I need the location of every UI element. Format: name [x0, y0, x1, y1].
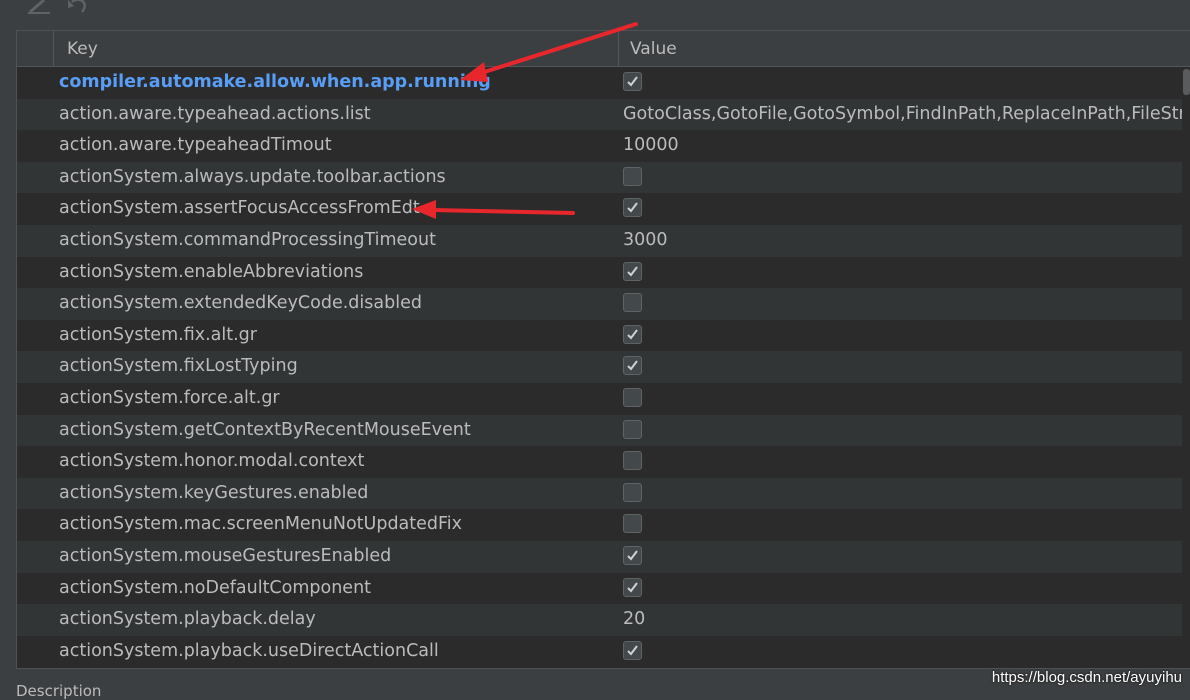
table-row[interactable]: actionSystem.honor.modal.context — [17, 446, 1190, 478]
registry-key: action.aware.typeahead.actions.list — [59, 103, 371, 124]
registry-value[interactable]: 20 — [623, 604, 645, 636]
checkbox-unchecked[interactable] — [623, 293, 642, 313]
registry-key: actionSystem.commandProcessingTimeout — [59, 229, 436, 250]
registry-value[interactable]: GotoClass,GotoFile,GotoSymbol,FindInPath… — [623, 99, 1190, 131]
registry-key: actionSystem.enableAbbreviations — [59, 261, 364, 282]
registry-key: actionSystem.always.update.toolbar.actio… — [59, 166, 446, 187]
checkbox-checked[interactable] — [623, 72, 642, 91]
registry-key: actionSystem.force.alt.gr — [59, 387, 280, 408]
registry-key: actionSystem.mouseGesturesEnabled — [59, 545, 392, 566]
registry-key: actionSystem.playback.delay — [59, 609, 316, 630]
check-icon — [627, 329, 638, 340]
table-row[interactable]: actionSystem.assertFocusAccessFromEdt — [17, 193, 1190, 225]
checkbox-checked[interactable] — [623, 545, 642, 565]
scrollbar-thumb[interactable] — [1183, 69, 1190, 95]
watermark: https://blog.csdn.net/ayuyihu — [991, 669, 1182, 686]
column-header-value[interactable]: Value — [630, 31, 677, 66]
table-header: Key Value — [17, 31, 1190, 67]
table-row[interactable]: actionSystem.mouseGesturesEnabled — [17, 540, 1190, 573]
checkbox-checked[interactable] — [623, 198, 642, 218]
description-label: Description — [16, 682, 102, 700]
registry-key: actionSystem.extendedKeyCode.disabled — [59, 293, 422, 314]
table-row[interactable]: actionSystem.enableAbbreviations — [17, 256, 1190, 289]
checkbox-unchecked[interactable] — [623, 514, 642, 534]
checkbox-unchecked[interactable] — [623, 387, 642, 407]
table-row[interactable]: actionSystem.playback.useDirectActionCal… — [17, 635, 1190, 668]
table-row[interactable]: actionSystem.playback.delay 20 — [17, 604, 1190, 636]
registry-table: Key Value compiler.automake.allow.when.a… — [16, 30, 1190, 669]
table-row[interactable]: actionSystem.force.alt.gr — [17, 382, 1190, 415]
table-row[interactable]: actionSystem.fixLostTyping — [17, 351, 1190, 383]
check-icon — [627, 581, 638, 593]
registry-key: actionSystem.fixLostTyping — [59, 356, 298, 377]
table-row[interactable]: actionSystem.noDefaultComponent — [17, 572, 1190, 605]
check-icon — [627, 265, 638, 277]
table-row[interactable]: actionSystem.mac.screenMenuNotUpdatedFix — [17, 509, 1190, 541]
registry-key: action.aware.typeaheadTimout — [59, 135, 332, 156]
registry-key: actionSystem.honor.modal.context — [59, 451, 365, 472]
revert-icon[interactable] — [66, 0, 92, 14]
table-row[interactable]: action.aware.typeahead.actions.list GotoC… — [17, 98, 1190, 131]
table-row[interactable]: actionSystem.always.update.toolbar.actio… — [17, 161, 1190, 194]
table-row[interactable]: action.aware.typeaheadTimout 10000 — [17, 130, 1190, 162]
registry-key: actionSystem.keyGestures.enabled — [59, 482, 369, 503]
check-icon — [627, 645, 638, 656]
table-row[interactable]: compiler.automake.allow.when.app.running — [17, 67, 1190, 99]
registry-value[interactable]: 3000 — [623, 225, 668, 257]
registry-key: actionSystem.mac.screenMenuNotUpdatedFix — [59, 514, 463, 535]
check-icon — [627, 550, 638, 561]
table-body: compiler.automake.allow.when.app.running… — [17, 67, 1190, 668]
column-header-key[interactable]: Key — [67, 31, 98, 66]
registry-key: actionSystem.playback.useDirectActionCal… — [59, 640, 439, 661]
registry-key: actionSystem.fix.alt.gr — [59, 324, 257, 345]
toolbar — [0, 0, 1190, 28]
checkbox-checked[interactable] — [623, 324, 642, 344]
table-row[interactable]: actionSystem.keyGestures.enabled — [17, 477, 1190, 510]
registry-key: compiler.automake.allow.when.app.running — [59, 72, 491, 92]
table-row[interactable]: actionSystem.extendedKeyCode.disabled — [17, 288, 1190, 320]
checkbox-checked[interactable] — [623, 356, 642, 376]
check-icon — [627, 76, 638, 87]
registry-value[interactable]: 10000 — [623, 130, 679, 162]
edit-icon[interactable] — [28, 0, 54, 14]
checkbox-unchecked[interactable] — [623, 166, 642, 186]
checkbox-unchecked[interactable] — [623, 482, 642, 502]
check-icon — [627, 202, 638, 213]
header-separator — [618, 31, 619, 66]
checkbox-unchecked[interactable] — [623, 419, 642, 439]
checkbox-checked[interactable] — [623, 640, 642, 660]
checkbox-checked[interactable] — [623, 577, 642, 597]
checkbox-checked[interactable] — [623, 261, 642, 281]
check-icon — [627, 360, 638, 371]
table-row[interactable]: actionSystem.fix.alt.gr — [17, 319, 1190, 352]
registry-key: actionSystem.assertFocusAccessFromEdt — [59, 198, 420, 219]
header-separator — [53, 31, 54, 66]
registry-key: actionSystem.getContextByRecentMouseEven… — [59, 419, 471, 440]
table-row[interactable]: actionSystem.getContextByRecentMouseEven… — [17, 414, 1190, 447]
table-row[interactable]: actionSystem.commandProcessingTimeout 300… — [17, 224, 1190, 257]
vertical-scrollbar[interactable] — [1182, 67, 1190, 667]
checkbox-unchecked[interactable] — [623, 451, 642, 471]
registry-key: actionSystem.noDefaultComponent — [59, 577, 372, 598]
